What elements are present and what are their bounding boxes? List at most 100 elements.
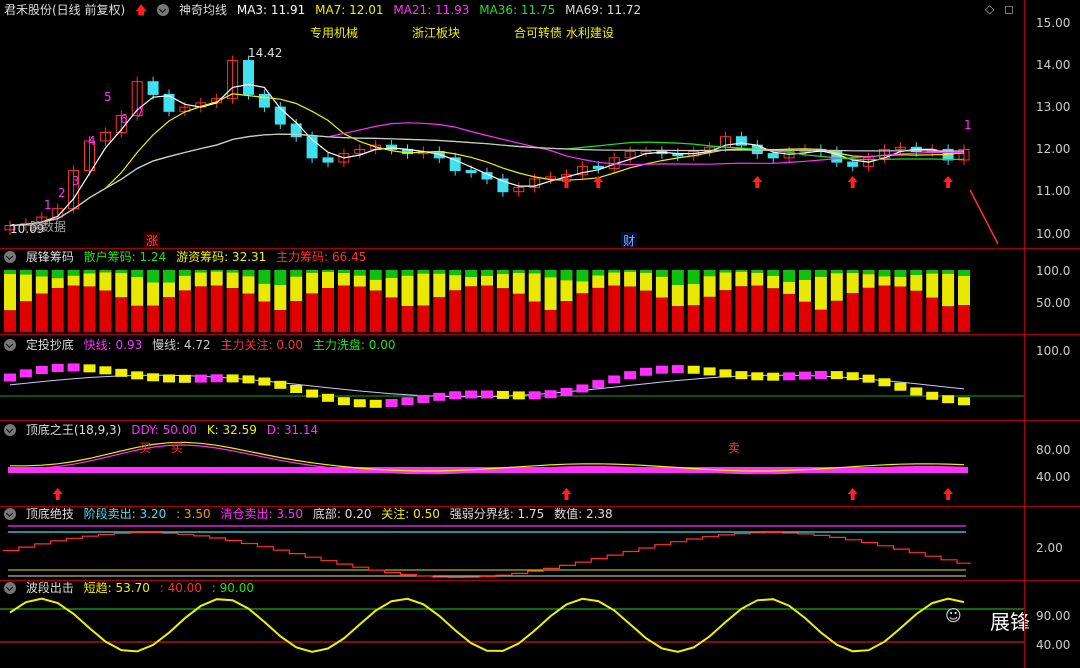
count-label: 3 [72, 174, 80, 188]
fast-marker [4, 373, 16, 382]
dingtou-header: 定投抄底 快线: 0.93 慢线: 4.72 主力关注: 0.00 主力洗盘: … [4, 337, 401, 353]
settings-toggle-icon[interactable] [157, 4, 170, 16]
chip-bar-main [226, 288, 239, 332]
chip-bar-main [481, 285, 493, 332]
pointer-arrow [969, 189, 999, 245]
fast-marker [131, 371, 144, 380]
wave-panel[interactable]: 波段出击 短趋: 53.70 : 40.00 : 90.00 ☺ 展锋 [0, 580, 1030, 668]
candle-body [243, 60, 254, 95]
fast-marker [799, 371, 811, 380]
d-value: D: 31.14 [266, 423, 319, 437]
chip-bar-main [83, 286, 96, 332]
chip-bar-retail [687, 270, 700, 284]
fast-marker [226, 374, 239, 383]
chip-bar-main [258, 301, 271, 332]
chip-bar-main [799, 301, 811, 332]
dingtou-panel[interactable]: 定投抄底 快线: 0.93 慢线: 4.72 主力关注: 0.00 主力洗盘: … [0, 334, 1025, 420]
chip-bar-main [735, 286, 748, 332]
fast-marker [608, 375, 621, 384]
chip-bar-retail [799, 270, 811, 280]
candlestick-chart[interactable] [0, 0, 1025, 248]
chip-bar-retail [385, 270, 398, 279]
wave-header: 波段出击 短趋: 53.70 : 40.00 : 90.00 [4, 580, 260, 596]
chip-bar-hot [465, 276, 478, 287]
chip-bar-retail [942, 270, 955, 274]
chip-bar-main [671, 306, 684, 332]
fast-marker [846, 372, 859, 381]
candle-body [465, 170, 477, 174]
chip-bar-hot [99, 272, 112, 291]
chip-bar-retail [322, 270, 334, 272]
chip-bar-main [417, 305, 430, 332]
toggle-icon[interactable]: ◻ [1004, 2, 1014, 16]
fast-marker [958, 397, 970, 406]
buy-mark: 买 [171, 441, 184, 455]
rise-badge[interactable]: 涨 [144, 232, 161, 249]
chip-bar-hot [178, 275, 191, 291]
fast-marker [592, 380, 605, 389]
ma3-value: MA3: 11.91 [236, 3, 306, 17]
up-arrow-icon: 🡅 [135, 3, 148, 17]
chip-bar-retail [67, 270, 80, 276]
settings-toggle-icon[interactable] [4, 508, 16, 520]
finance-badge[interactable]: 财 [621, 232, 638, 249]
chip-bar-main [544, 309, 557, 332]
fast-marker [640, 367, 652, 376]
chip-bar-retail [767, 270, 780, 276]
chip-bar-main [210, 285, 223, 332]
panel-divider [0, 334, 1080, 335]
settings-toggle-icon[interactable] [4, 582, 16, 594]
topbottom-panel[interactable]: 顶底之王(18,9,3) DDY: 50.00 K: 32.59 D: 31.1… [0, 420, 1025, 506]
juji-panel[interactable]: 顶底绝技 阶段卖出: 3.20 : 3.50 清仓卖出: 3.50 底部: 0.… [0, 506, 1025, 580]
chips-panel[interactable]: 展锋筹码 散户筹码: 1.24 游资筹码: 32.31 主力筹码: 66.45 [0, 248, 1025, 334]
topbottom-title: 顶底之王(18,9,3) [25, 423, 122, 437]
fast-marker [210, 374, 223, 383]
tag-sector: 专用机械 [310, 26, 359, 40]
chip-bar-hot [353, 275, 366, 287]
short-trend-value: 短趋: 53.70 [83, 581, 150, 595]
chip-bar-main [910, 290, 923, 332]
count-label: 6 [120, 112, 128, 126]
fast-marker [242, 375, 255, 384]
chip-bar-retail [592, 270, 605, 276]
chip-bar-hot [433, 273, 446, 298]
chip-bar-retail [163, 270, 175, 283]
overlay-text: 跨数据 [30, 220, 67, 234]
price-axis [1025, 0, 1080, 248]
settings-toggle-icon[interactable] [4, 339, 16, 351]
fast-marker [528, 391, 541, 400]
dingtou-title: 定投抄底 [25, 338, 74, 352]
chip-bar-main [878, 285, 891, 332]
fast-marker [306, 389, 319, 398]
candle-body [767, 153, 779, 159]
chip-bar-main [51, 288, 64, 332]
candle-body [258, 93, 270, 108]
bottom-value: 底部: 0.20 [312, 507, 372, 521]
chip-bar-retail [703, 270, 716, 277]
fast-marker [369, 399, 382, 408]
stock-name: 君禾股份(日线 前复权) [4, 3, 126, 17]
count-label: 2 [58, 186, 66, 200]
settings-toggle-icon[interactable] [4, 251, 16, 263]
level-90-value: : 90.00 [211, 581, 254, 595]
chip-bar-hot [417, 273, 430, 306]
candle-body [847, 161, 859, 167]
settings-toggle-icon[interactable] [4, 424, 16, 436]
price-panel[interactable]: 君禾股份(日线 前复权) 🡅 神奇均线 MA3: 11.91 MA7: 12.0… [0, 0, 1025, 249]
fast-marker [433, 392, 446, 401]
chip-bar-retail [210, 270, 223, 272]
chip-bar-hot [942, 273, 955, 307]
chip-bar-hot [592, 275, 605, 288]
count-label: 5 [104, 90, 112, 104]
chip-bar-main [337, 285, 350, 332]
number-value: 数值: 2.38 [554, 507, 613, 521]
fast-marker [767, 372, 780, 381]
fast-marker [942, 395, 955, 404]
topbottom-tick: 40.00 [1036, 470, 1071, 484]
sell-mark: 卖 [728, 441, 741, 455]
chip-bar-hot [703, 276, 716, 297]
ma21-value: MA21: 11.93 [393, 3, 470, 17]
diamond-icon[interactable]: ◇ [985, 2, 994, 16]
chip-bar-retail [147, 270, 160, 283]
chip-bar-retail [481, 270, 493, 277]
